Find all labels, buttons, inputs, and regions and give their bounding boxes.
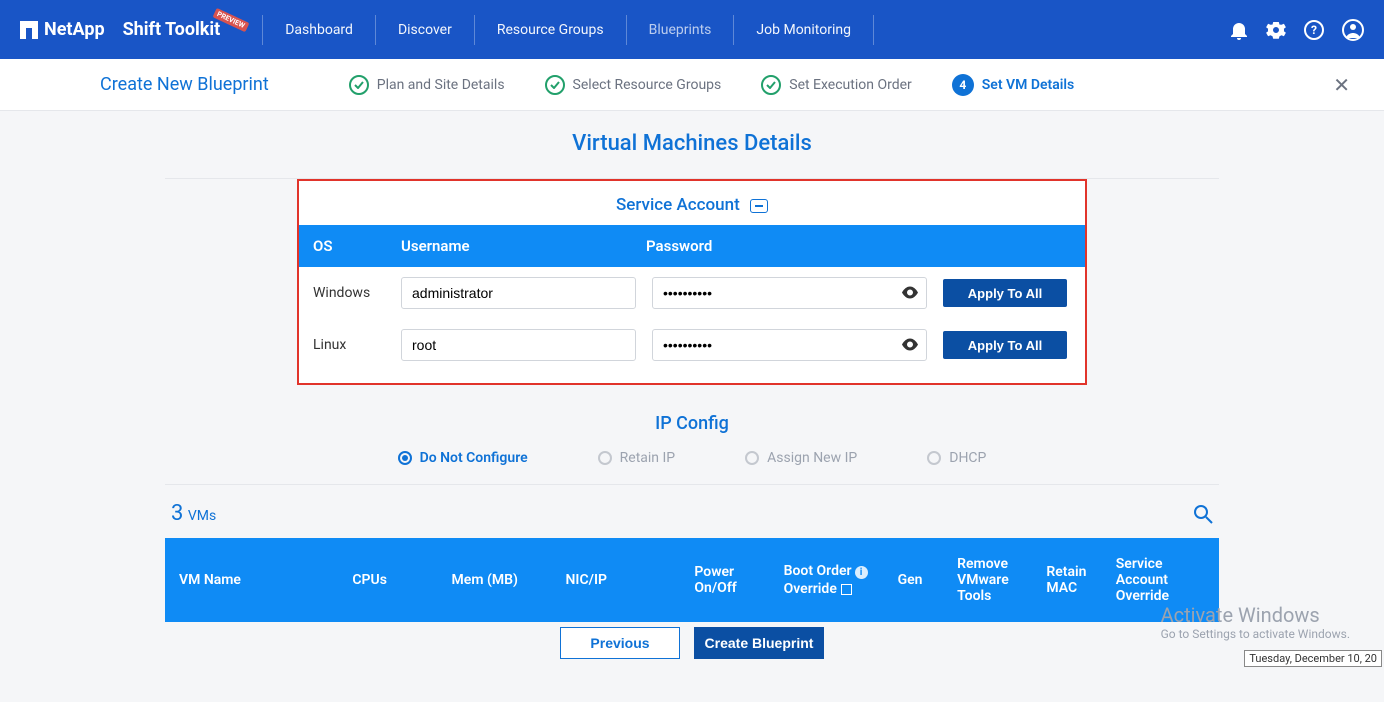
col-password: Password <box>646 237 1071 255</box>
step-label: Set Execution Order <box>789 77 912 93</box>
previous-button[interactable]: Previous <box>560 627 680 659</box>
th-svc-override: Service Account Override <box>1116 556 1205 604</box>
service-table-header: OS Username Password <box>299 225 1085 267</box>
radio-label: Assign New IP <box>767 450 857 466</box>
service-row-linux: Linux Apply To All <box>299 319 1085 371</box>
radio-label: Do Not Configure <box>420 450 528 466</box>
service-account-header[interactable]: Service Account <box>299 181 1085 225</box>
footer-actions: Previous Create Blueprint <box>0 627 1384 659</box>
help-icon[interactable]: ? <box>1304 20 1324 40</box>
col-username: Username <box>401 237 646 255</box>
ip-config-options: Do Not Configure Retain IP Assign New IP… <box>165 450 1219 484</box>
toolkit-title: Shift Toolkit PREVIEW <box>123 19 241 40</box>
step-label: Plan and Site Details <box>377 77 505 93</box>
nav-divider <box>626 15 627 45</box>
nav-discover[interactable]: Discover <box>388 16 462 44</box>
step-select[interactable]: Select Resource Groups <box>545 75 722 95</box>
radio-retain-ip[interactable]: Retain IP <box>598 450 676 466</box>
main-content: Virtual Machines Details Service Account… <box>0 111 1384 702</box>
radio-dhcp[interactable]: DHCP <box>927 450 986 466</box>
step-number-icon: 4 <box>952 74 974 96</box>
brand-logo: NetApp <box>20 19 105 40</box>
divider <box>165 484 1219 485</box>
nav-divider <box>474 15 475 45</box>
close-icon[interactable]: ✕ <box>1323 69 1360 101</box>
vms-summary-bar: 3 VMs <box>165 501 1219 538</box>
service-row-windows: Windows Apply To All <box>299 267 1085 319</box>
radio-label: DHCP <box>949 450 986 466</box>
vms-count: 3 VMs <box>171 501 216 526</box>
th-boot-l1: Boot Order <box>784 563 852 579</box>
vms-count-number: 3 <box>171 501 183 526</box>
checkbox-icon[interactable] <box>841 584 852 595</box>
service-account-title: Service Account <box>616 195 740 215</box>
username-input-windows[interactable] <box>401 277 636 309</box>
radio-icon <box>927 451 941 465</box>
info-icon[interactable]: i <box>855 566 868 579</box>
step-plan[interactable]: Plan and Site Details <box>349 75 505 95</box>
taskbar-date: Tuesday, December 10, 20 <box>1244 650 1382 667</box>
th-boot-l2: Override <box>784 581 837 597</box>
stepper-bar: Create New Blueprint Plan and Site Detai… <box>0 59 1384 111</box>
apply-all-button-windows[interactable]: Apply To All <box>943 279 1067 307</box>
step-vm-details[interactable]: 4 Set VM Details <box>952 74 1074 96</box>
svg-text:?: ? <box>1311 23 1317 37</box>
stepper: Plan and Site Details Select Resource Gr… <box>349 74 1074 96</box>
th-cpus: CPUs <box>352 572 451 588</box>
radio-icon <box>745 451 759 465</box>
nav-resource-groups[interactable]: Resource Groups <box>487 16 614 44</box>
th-nic: NIC/IP <box>566 572 695 588</box>
check-icon <box>545 75 565 95</box>
check-icon <box>761 75 781 95</box>
th-remove-tools: Remove VMware Tools <box>957 556 1046 604</box>
eye-icon[interactable] <box>901 284 919 303</box>
radio-do-not-configure[interactable]: Do Not Configure <box>398 450 528 466</box>
radio-icon <box>398 451 412 465</box>
nav-blueprints[interactable]: Blueprints <box>639 16 722 44</box>
apply-all-button-linux[interactable]: Apply To All <box>943 331 1067 359</box>
netapp-logo-icon <box>20 21 38 39</box>
col-os: OS <box>313 237 401 255</box>
eye-icon[interactable] <box>901 336 919 355</box>
top-navbar: NetApp Shift Toolkit PREVIEW Dashboard D… <box>0 0 1384 59</box>
nav-divider <box>873 15 874 45</box>
check-icon <box>349 75 369 95</box>
password-input-windows[interactable] <box>652 277 927 309</box>
page-title: Virtual Machines Details <box>165 131 1219 156</box>
nav-dashboard[interactable]: Dashboard <box>275 16 363 44</box>
radio-assign-new-ip[interactable]: Assign New IP <box>745 450 857 466</box>
toolkit-label: Shift Toolkit <box>123 19 221 40</box>
create-blueprint-title: Create New Blueprint <box>100 74 269 95</box>
step-execution[interactable]: Set Execution Order <box>761 75 912 95</box>
step-label: Set VM Details <box>982 77 1074 93</box>
bell-icon[interactable] <box>1230 20 1248 40</box>
username-input-linux[interactable] <box>401 329 636 361</box>
collapse-icon[interactable] <box>750 199 768 213</box>
search-icon[interactable] <box>1193 504 1213 524</box>
os-label: Linux <box>313 337 391 353</box>
nav-divider <box>375 15 376 45</box>
ip-config-title: IP Config <box>165 413 1219 434</box>
th-power: Power On/Off <box>694 564 783 596</box>
password-input-linux[interactable] <box>652 329 927 361</box>
radio-icon <box>598 451 612 465</box>
nav-divider <box>733 15 734 45</box>
step-label: Select Resource Groups <box>573 77 722 93</box>
nav-job-monitoring[interactable]: Job Monitoring <box>746 16 861 44</box>
th-mem: Mem (MB) <box>452 572 566 588</box>
user-icon[interactable] <box>1342 19 1364 41</box>
os-label: Windows <box>313 285 391 301</box>
th-retain-mac: Retain MAC <box>1046 564 1115 596</box>
gear-icon[interactable] <box>1266 20 1286 40</box>
radio-label: Retain IP <box>620 450 676 466</box>
vm-table-header: VM Name CPUs Mem (MB) NIC/IP Power On/Of… <box>165 538 1219 622</box>
th-gen: Gen <box>898 572 958 588</box>
brand-text: NetApp <box>44 19 105 40</box>
create-blueprint-button[interactable]: Create Blueprint <box>694 627 824 659</box>
nav-divider <box>262 15 263 45</box>
service-account-panel: Service Account OS Username Password Win… <box>297 179 1087 385</box>
vms-count-label: VMs <box>188 508 216 524</box>
th-boot-override: Boot Orderi Override <box>784 563 898 597</box>
th-vm-name: VM Name <box>179 572 352 588</box>
